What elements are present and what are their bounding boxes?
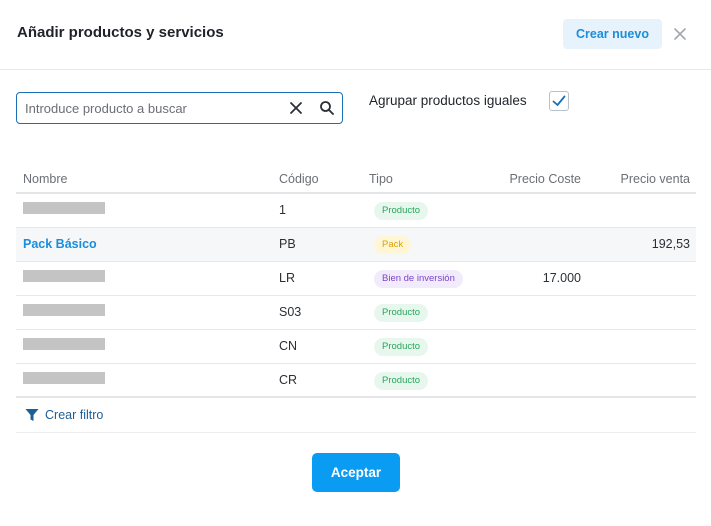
column-header-cost[interactable]: Precio Coste bbox=[496, 172, 581, 186]
accept-button[interactable]: Aceptar bbox=[312, 453, 400, 492]
column-header-type[interactable]: Tipo bbox=[369, 172, 393, 186]
modal-title: Añadir productos y servicios bbox=[17, 24, 224, 41]
type-badge: Bien de inversión bbox=[374, 270, 463, 288]
redacted-name bbox=[23, 372, 105, 384]
row-code: S03 bbox=[279, 305, 302, 319]
group-products-label: Agrupar productos iguales bbox=[369, 93, 527, 108]
type-badge: Producto bbox=[374, 304, 429, 322]
row-name-link[interactable]: Pack Básico bbox=[23, 228, 97, 261]
row-code: PB bbox=[279, 237, 296, 251]
table-row[interactable]: LR Bien de inversión 17.000 bbox=[16, 262, 696, 296]
column-header-code[interactable]: Código bbox=[279, 172, 319, 186]
table-row[interactable]: 1 Producto bbox=[16, 194, 696, 228]
create-filter-label: Crear filtro bbox=[45, 408, 104, 422]
type-badge: Pack bbox=[374, 236, 412, 254]
column-header-name[interactable]: Nombre bbox=[23, 172, 67, 186]
row-code: LR bbox=[279, 271, 295, 285]
checkmark-icon bbox=[552, 95, 566, 106]
type-badge: Producto bbox=[374, 372, 429, 390]
search-icon[interactable] bbox=[319, 100, 335, 116]
divider bbox=[16, 432, 696, 433]
type-badge: Producto bbox=[374, 202, 429, 220]
row-cost-price: 17.000 bbox=[542, 271, 581, 285]
table-row[interactable]: S03 Producto bbox=[16, 296, 696, 330]
row-code: CN bbox=[279, 339, 298, 353]
row-code: CR bbox=[279, 373, 298, 387]
close-icon bbox=[674, 28, 686, 40]
redacted-name bbox=[23, 304, 105, 316]
redacted-name bbox=[23, 338, 105, 350]
group-products-checkbox[interactable] bbox=[549, 91, 569, 111]
clear-icon[interactable] bbox=[288, 100, 304, 116]
modal-header: Añadir productos y servicios Crear nuevo bbox=[0, 0, 711, 70]
row-code: 1 bbox=[279, 203, 286, 217]
search-input[interactable] bbox=[25, 98, 280, 118]
filter-icon bbox=[25, 409, 39, 421]
create-new-button[interactable]: Crear nuevo bbox=[563, 19, 662, 49]
table-row[interactable]: CR Producto bbox=[16, 364, 696, 398]
redacted-name bbox=[23, 270, 105, 282]
close-button[interactable] bbox=[669, 23, 691, 45]
column-header-sale[interactable]: Precio venta bbox=[606, 172, 690, 186]
redacted-name bbox=[23, 202, 105, 214]
table-header: Nombre Código Tipo Precio Coste Precio v… bbox=[16, 164, 696, 194]
row-sale-price: 192,53 bbox=[651, 237, 690, 251]
search-box bbox=[16, 92, 343, 124]
type-badge: Producto bbox=[374, 338, 429, 356]
table-row[interactable]: Pack Básico PB Pack 192,53 bbox=[16, 228, 696, 262]
table-row[interactable]: CN Producto bbox=[16, 330, 696, 364]
